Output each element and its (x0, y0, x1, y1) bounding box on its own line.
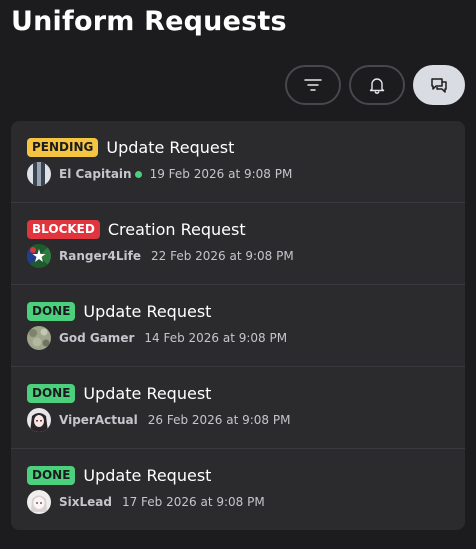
avatar (27, 326, 51, 350)
timestamp: 19 Feb 2026 at 9:08 PM (149, 167, 293, 181)
list-item[interactable]: DONE Update Request ViperActual 26 Feb 2… (11, 367, 465, 449)
bell-icon (369, 78, 385, 94)
username: Ranger4Life (59, 249, 141, 263)
status-badge: BLOCKED (27, 219, 100, 239)
avatar (27, 408, 51, 432)
username: SixLead (59, 495, 112, 509)
username: God Gamer (59, 331, 135, 345)
avatar (27, 162, 51, 186)
online-status-dot (134, 170, 142, 178)
timestamp: 17 Feb 2026 at 9:08 PM (121, 495, 265, 509)
status-badge: PENDING (27, 137, 99, 157)
chat-icon (431, 78, 447, 93)
timestamp: 26 Feb 2026 at 9:08 PM (147, 413, 291, 427)
request-title: Update Request (83, 465, 212, 485)
status-badge: DONE (27, 465, 76, 485)
page-title: Uniform Requests (11, 6, 287, 37)
timestamp: 22 Feb 2026 at 9:08 PM (151, 249, 294, 263)
filter-icon (304, 79, 322, 91)
request-list: PENDING Update Request El Capitain 19 Fe… (11, 121, 465, 530)
request-title: Update Request (83, 383, 212, 403)
toolbar (285, 65, 465, 105)
avatar (27, 490, 51, 514)
list-item[interactable]: DONE Update Request God Gamer 14 Feb 202… (11, 285, 465, 367)
status-badge: DONE (27, 301, 76, 321)
request-title: Update Request (83, 301, 212, 321)
list-item[interactable]: BLOCKED Creation Request Ranger4Life 22 … (11, 203, 465, 285)
request-title: Update Request (106, 137, 235, 157)
avatar (27, 244, 51, 268)
username: ViperActual (59, 413, 138, 427)
list-item[interactable]: PENDING Update Request El Capitain 19 Fe… (11, 121, 465, 203)
status-badge: DONE (27, 383, 76, 403)
request-title: Creation Request (107, 219, 246, 239)
username: El Capitain (59, 167, 132, 181)
list-item[interactable]: DONE Update Request SixLead 17 Feb 2026 … (11, 449, 465, 530)
notifications-button[interactable] (349, 65, 405, 105)
filter-button[interactable] (285, 65, 341, 105)
timestamp: 14 Feb 2026 at 9:08 PM (144, 331, 288, 345)
messages-button[interactable] (413, 65, 465, 105)
